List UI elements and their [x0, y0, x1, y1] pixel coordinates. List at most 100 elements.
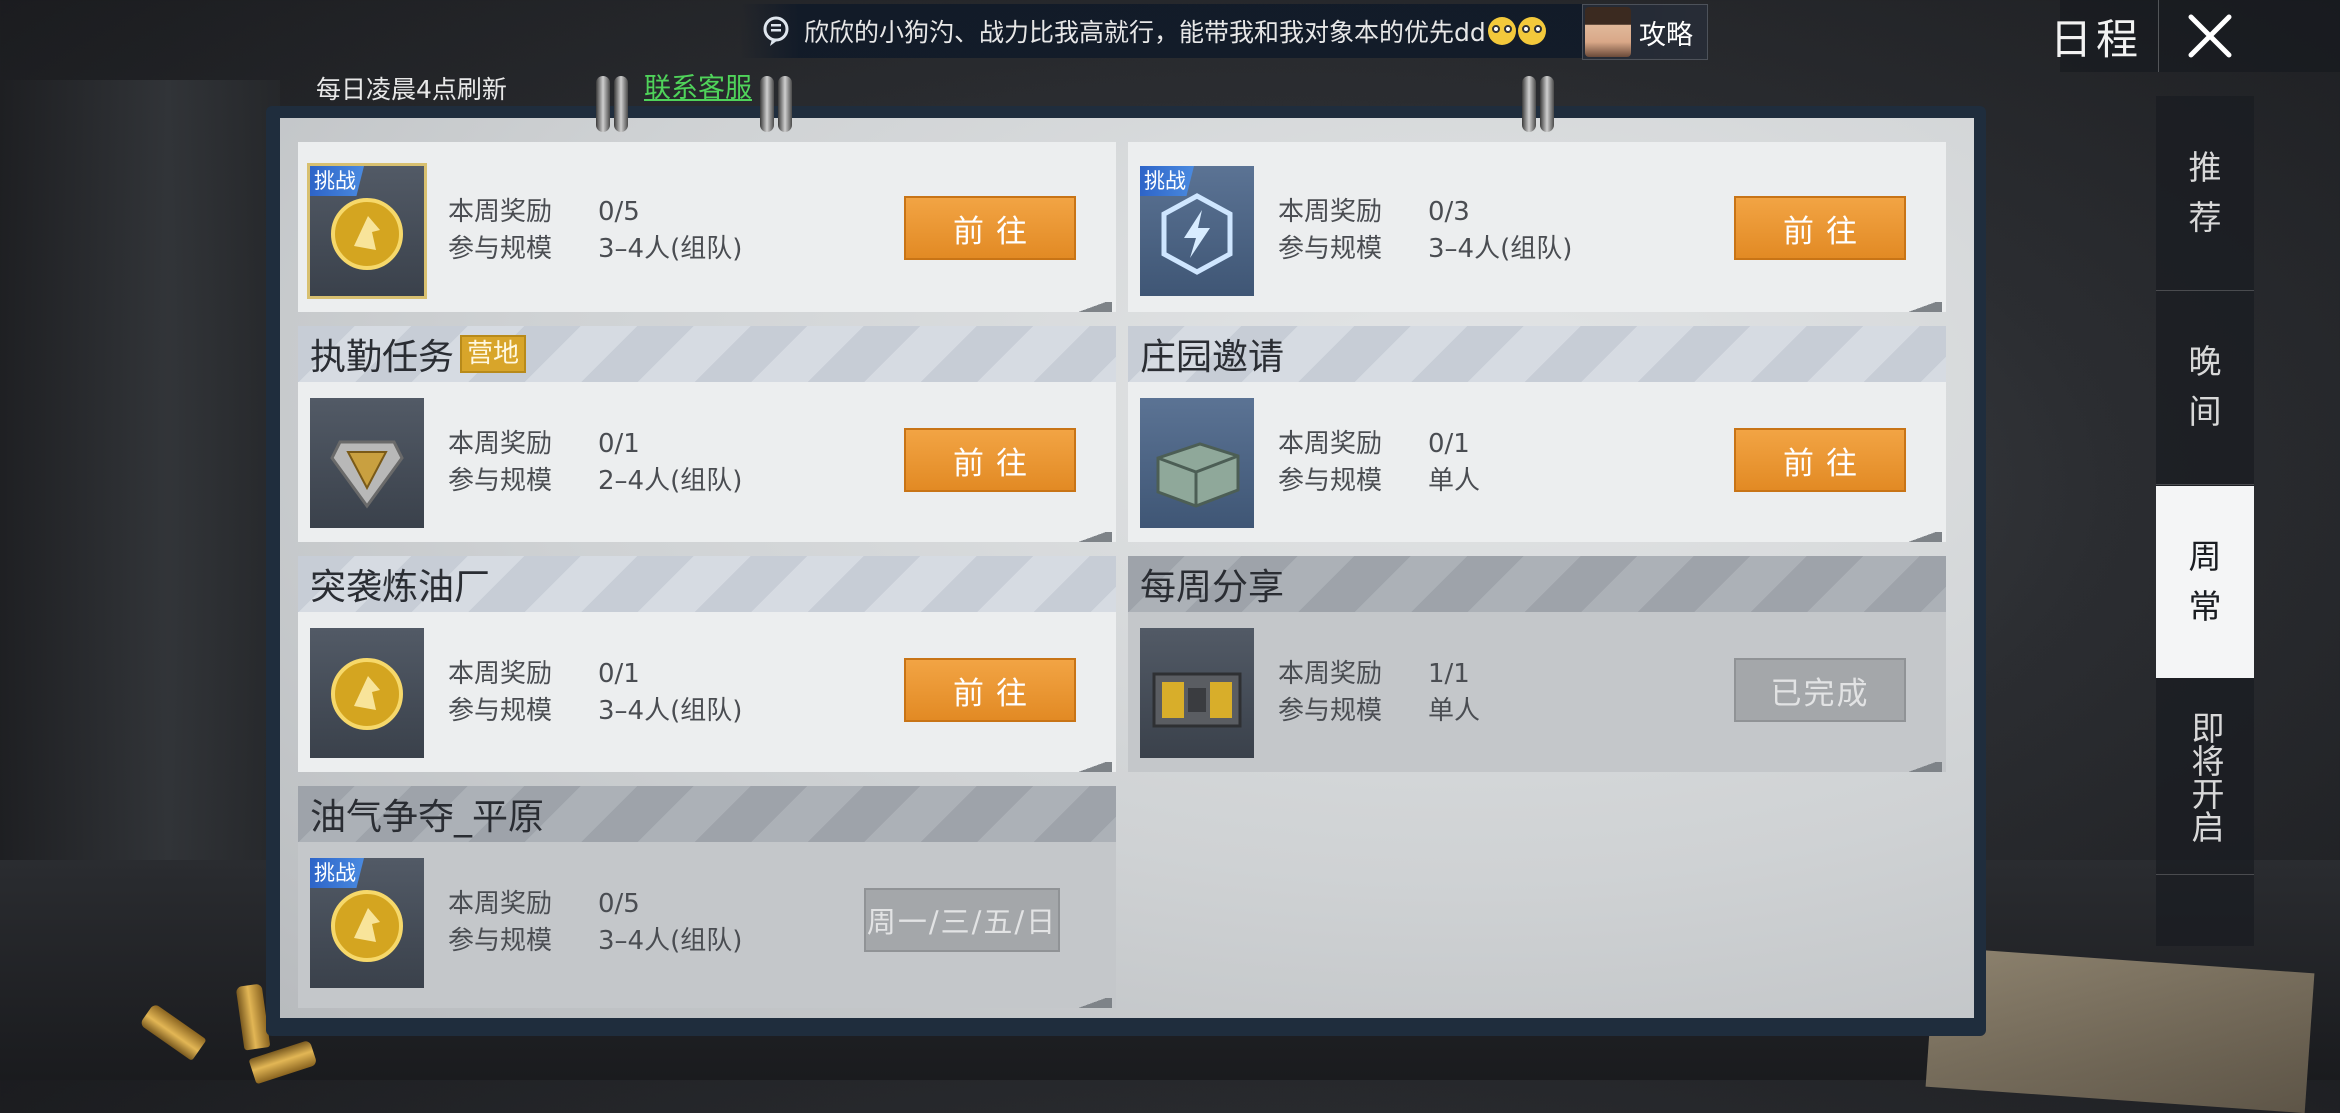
card-corner [1072, 762, 1112, 772]
camp-tag: 营地 [460, 335, 527, 373]
scale-value: 3–4人(组队) [598, 696, 743, 726]
activity-card: 执勤任务 营地 本周奖励 参与规模 0/1 2–4人(组队) 前往 [298, 326, 1116, 542]
tab-coming-soon[interactable]: 即将 开启 [2156, 680, 2254, 875]
close-icon [2188, 14, 2232, 58]
card-body: 挑战 本周奖励 参与规模 0/5 3–4人(组队) 前往 [298, 142, 1116, 296]
challenge-tag: 挑战 [310, 858, 364, 888]
card-body: 本周奖励 参与规模 0/1 单人 前往 [1128, 382, 1946, 532]
card-corner [1072, 532, 1112, 542]
reward-value: 0/1 [598, 659, 640, 689]
activity-card: 挑战 本周奖励 参与规模 0/5 3–4人(组队) 前往 [298, 142, 1116, 312]
go-button[interactable]: 前往 [1734, 428, 1906, 492]
scale-value: 单人 [1428, 696, 1481, 726]
scale-value: 3–4人(组队) [598, 234, 743, 264]
card-header: 庄园邀请 [1128, 326, 1946, 382]
tab-label: 周 [2188, 537, 2222, 576]
reward-value: 0/1 [1428, 429, 1470, 459]
activity-card: 挑战 本周奖励 参与规模 0/3 3–4人(组队) 前往 [1128, 142, 1946, 312]
reward-icon-box [1140, 398, 1254, 528]
ammo-crate-icon [1152, 672, 1242, 728]
card-corner [1072, 302, 1112, 312]
schedule-days-button: 周一/三/五/日 [864, 888, 1060, 952]
card-title: 突袭炼油厂 [310, 567, 491, 608]
reward-label: 本周奖励 [1278, 197, 1383, 227]
duty-badge-icon [330, 440, 404, 509]
reward-icon-box [1140, 628, 1254, 758]
scale-value: 3–4人(组队) [598, 926, 743, 956]
reward-value: 0/5 [598, 889, 640, 919]
supply-crate-icon [1156, 442, 1240, 508]
emoji-icon [1517, 17, 1546, 45]
scale-value: 单人 [1428, 466, 1481, 496]
reward-label: 本周奖励 [1278, 659, 1383, 689]
background-shelf [0, 80, 280, 880]
card-title: 每周分享 [1140, 567, 1285, 608]
binder-ring [778, 76, 792, 132]
card-title: 油气争夺_平原 [310, 797, 545, 838]
card-title: 执勤任务 [310, 337, 455, 378]
tab-label: 间 [2188, 392, 2222, 431]
reward-value: 0/5 [598, 197, 640, 227]
guide-button[interactable]: 攻略 [1582, 4, 1708, 60]
reward-icon-box: 挑战 [310, 166, 424, 296]
tab-recommend[interactable]: 推 荐 [2156, 96, 2254, 291]
reward-label: 本周奖励 [448, 659, 553, 689]
activity-card: 油气争夺_平原 挑战 本周奖励 参与规模 0/5 3–4人(组队) 周一/三/五… [298, 786, 1116, 1008]
reward-value: 0/3 [1428, 197, 1470, 227]
avatar [1585, 7, 1631, 57]
binder-ring [614, 76, 628, 132]
activity-card: 每周分享 本周奖励 参与规模 1/1 单人 已完成 [1128, 556, 1946, 772]
reward-label: 本周奖励 [448, 429, 553, 459]
card-corner [1072, 998, 1112, 1008]
go-button[interactable]: 前往 [904, 428, 1076, 492]
chat-icon [758, 13, 794, 49]
card-corner [1902, 302, 1942, 312]
reward-label: 本周奖励 [448, 889, 553, 919]
emoji-icon [1487, 17, 1516, 45]
tab-label: 晚 [2188, 342, 2222, 381]
go-button[interactable]: 前往 [904, 658, 1076, 722]
card-corner [1902, 532, 1942, 542]
tab-label: 推 [2188, 148, 2222, 187]
tab-weekly[interactable]: 周 常 [2156, 486, 2254, 678]
challenge-tag: 挑战 [310, 166, 364, 196]
card-header: 每周分享 [1128, 556, 1946, 612]
activity-card: 突袭炼油厂 本周奖励 参与规模 0/1 3–4人(组队) 前往 [298, 556, 1116, 772]
reward-icon-box: 挑战 [1140, 166, 1254, 296]
scale-label: 参与规模 [448, 466, 553, 496]
scale-value: 3–4人(组队) [1428, 234, 1573, 264]
gold-coin-icon [331, 658, 403, 730]
scale-label: 参与规模 [448, 234, 553, 264]
tab-evening[interactable]: 晚 间 [2156, 290, 2254, 485]
go-button[interactable]: 前往 [1734, 196, 1906, 260]
card-header: 突袭炼油厂 [298, 556, 1116, 612]
reward-label: 本周奖励 [1278, 429, 1383, 459]
reward-icon-box: 挑战 [310, 858, 424, 988]
completed-button: 已完成 [1734, 658, 1906, 722]
scale-label: 参与规模 [448, 926, 553, 956]
tab-label: 开启 [2186, 777, 2225, 843]
scale-label: 参与规模 [1278, 466, 1383, 496]
card-header: 油气争夺_平原 [298, 786, 1116, 842]
binder-ring [596, 76, 610, 132]
tab-label: 荐 [2188, 198, 2222, 237]
chat-ticker[interactable]: 欣欣的小狗汋、战力比我高就行，能带我和我对象本的优先dd [740, 4, 1710, 58]
reward-value: 0/1 [598, 429, 640, 459]
binder-ring [760, 76, 774, 132]
close-button[interactable] [2158, 0, 2261, 72]
reward-icon-box [310, 398, 424, 528]
go-button[interactable]: 前往 [904, 196, 1076, 260]
activity-card: 庄园邀请 本周奖励 参与规模 0/1 单人 前往 [1128, 326, 1946, 542]
card-corner [1902, 762, 1942, 772]
page-title: 日程 [2050, 15, 2143, 64]
tab-label: 即将 [2186, 711, 2225, 777]
card-title: 庄园邀请 [1140, 337, 1285, 378]
card-body: 本周奖励 参与规模 0/1 3–4人(组队) 前往 [298, 612, 1116, 762]
card-body: 本周奖励 参与规模 0/1 2–4人(组队) 前往 [298, 382, 1116, 532]
card-body: 本周奖励 参与规模 1/1 单人 已完成 [1128, 612, 1946, 762]
scale-label: 参与规模 [1278, 234, 1383, 264]
contact-support-link[interactable]: 联系客服 [644, 66, 752, 105]
challenge-tag: 挑战 [1140, 166, 1194, 196]
guide-label: 攻略 [1639, 19, 1693, 51]
chat-message: 欣欣的小狗汋、战力比我高就行，能带我和我对象本的优先dd [804, 18, 1486, 47]
